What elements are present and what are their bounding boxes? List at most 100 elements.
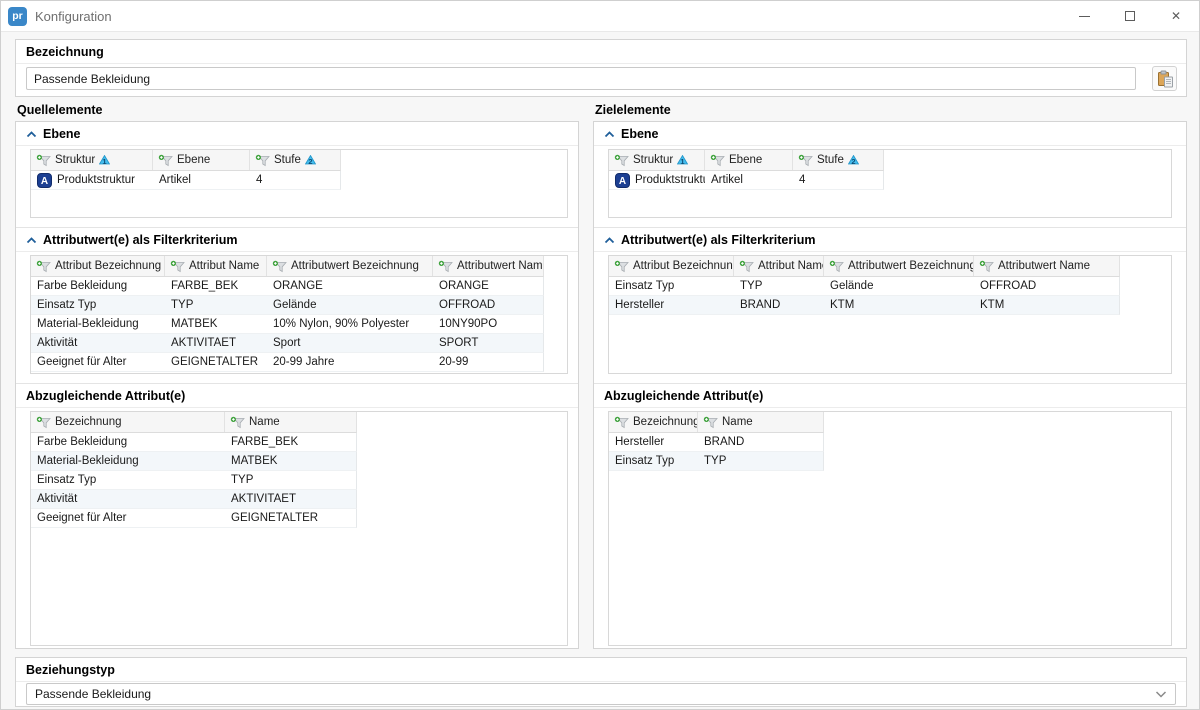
minimize-button[interactable] [1061, 1, 1107, 31]
table-cell: 10% Nylon, 90% Polyester [267, 315, 433, 333]
cell-text: Material-Bekleidung [37, 455, 139, 467]
table-row[interactable]: AProduktstrukturArtikel4 [31, 171, 341, 190]
column-header-ebene[interactable]: Ebene [153, 150, 250, 170]
filter-funnel-add-icon[interactable] [829, 260, 844, 273]
paste-button[interactable] [1152, 66, 1177, 91]
filter-funnel-add-icon[interactable] [255, 154, 270, 167]
column-header-attributwert-name[interactable]: Attributwert Name [433, 256, 543, 276]
filter-funnel-add-icon[interactable] [614, 416, 629, 429]
table-row[interactable]: Einsatz TypTYPGeländeOFFROAD [31, 296, 544, 315]
filter-funnel-add-icon[interactable] [710, 154, 725, 167]
table-row[interactable]: Einsatz Typ TYP [31, 471, 357, 490]
cell-text: SPORT [439, 337, 478, 349]
filter-funnel-add-icon[interactable] [739, 260, 754, 273]
column-header-name[interactable]: Name [698, 412, 823, 432]
table-cell: Aktivität [31, 334, 165, 352]
column-label: Attribut Bezeichnung [55, 260, 161, 272]
table-row[interactable]: Einsatz Typ TYP [609, 452, 824, 471]
filter-funnel-add-icon[interactable] [36, 416, 51, 429]
table-row[interactable]: AktivitätAKTIVITAETSportSPORT [31, 334, 544, 353]
filter-funnel-add-icon[interactable] [272, 260, 287, 273]
filter-funnel-add-icon[interactable] [158, 154, 173, 167]
cell-text: Einsatz Typ [615, 455, 674, 467]
sort-priority-2-icon: 2 [305, 155, 316, 165]
table-row[interactable]: Geeignet für AlterGEIGNETALTER [31, 509, 357, 528]
cell-text: MATBEK [171, 318, 217, 330]
table-row[interactable]: HerstellerBRAND [609, 433, 824, 452]
column-header-attribut-name[interactable]: Attribut Name [165, 256, 267, 276]
column-header-attributwert-name[interactable]: Attributwert Name [974, 256, 1119, 276]
collapse-chevron-up-icon[interactable] [604, 237, 615, 244]
table-row[interactable]: AProduktstrukturArtikel4 [609, 171, 884, 190]
column-header-ebene[interactable]: Ebene [705, 150, 793, 170]
cell-text: Hersteller [615, 436, 664, 448]
table-row[interactable]: Farbe BekleidungFARBE_BEKORANGEORANGE [31, 277, 544, 296]
column-header-struktur[interactable]: Struktur1 [609, 150, 705, 170]
collapse-chevron-up-icon[interactable] [26, 237, 37, 244]
column-header-name[interactable]: Name [225, 412, 356, 432]
filter-funnel-add-icon[interactable] [614, 260, 629, 273]
bezeichnung-input[interactable] [26, 67, 1136, 90]
cell-text: Gelände [830, 280, 873, 292]
cell-text: TYP [231, 474, 253, 486]
table-cell: 10NY90PO [433, 315, 543, 333]
title-bar: pr Konfiguration ✕ [1, 1, 1199, 32]
filter-funnel-add-icon[interactable] [979, 260, 994, 273]
column-header-struktur[interactable]: Struktur1 [31, 150, 153, 170]
column-header-attribut-bezeichnung[interactable]: Attribut Bezeichnung [609, 256, 734, 276]
table-row[interactable]: Material-BekleidungMATBEK10% Nylon, 90% … [31, 315, 544, 334]
column-header-attribut-bezeichnung[interactable]: Attribut Bezeichnung [31, 256, 165, 276]
cell-text: MATBEK [231, 455, 277, 467]
table-row[interactable]: Farbe BekleidungFARBE_BEK [31, 433, 357, 452]
table-cell: Einsatz Typ [31, 296, 165, 314]
maximize-button[interactable] [1107, 1, 1153, 31]
table-cell: AKTIVITAET [225, 490, 356, 508]
collapse-chevron-up-icon[interactable] [604, 131, 615, 138]
column-header-bezeichnung[interactable]: Bezeichnung [31, 412, 225, 432]
column-header-bezeichnung[interactable]: Bezeichnung [609, 412, 698, 432]
filter-funnel-add-icon[interactable] [703, 416, 718, 429]
table-cell: BRAND [734, 296, 824, 314]
table-row[interactable]: Geeignet für AlterGEIGNETALTER20-99 Jahr… [31, 353, 544, 372]
beziehungstyp-select[interactable]: Passende Bekleidung [26, 683, 1176, 705]
table-cell: Hersteller [609, 296, 734, 314]
column-header-stufe[interactable]: Stufe2 [793, 150, 883, 170]
filter-funnel-add-icon[interactable] [36, 260, 51, 273]
sort-priority-1-icon: 1 [99, 155, 110, 165]
collapse-chevron-up-icon[interactable] [26, 131, 37, 138]
table-row[interactable]: Einsatz TypTYPGeländeOFFROAD [609, 277, 1120, 296]
table-row[interactable]: AktivitätAKTIVITAET [31, 490, 357, 509]
column-label: Name [722, 416, 753, 428]
section-header-ebene[interactable]: Ebene [594, 122, 1186, 146]
filter-funnel-add-icon[interactable] [230, 416, 245, 429]
column-header-attribut-name[interactable]: Attribut Name [734, 256, 824, 276]
section-header-ebene[interactable]: Ebene [16, 122, 578, 146]
cell-text: OFFROAD [980, 280, 1036, 292]
section-header-filter[interactable]: Attributwert(e) als Filterkriterium [594, 228, 1186, 252]
filter-funnel-add-icon[interactable] [36, 154, 51, 167]
column-header-stufe[interactable]: Stufe2 [250, 150, 340, 170]
cell-text: Produktstruktur [57, 174, 135, 186]
filter-funnel-add-icon[interactable] [614, 154, 629, 167]
cell-text: 4 [799, 174, 805, 186]
filter-funnel-add-icon[interactable] [170, 260, 185, 273]
cell-text: 10% Nylon, 90% Polyester [273, 318, 409, 330]
table-cell: ORANGE [267, 277, 433, 295]
chevron-down-icon [1155, 691, 1167, 698]
table-cell: Sport [267, 334, 433, 352]
column-header-attributwert-bezeichnung[interactable]: Attributwert Bezeichnung [267, 256, 433, 276]
table-row[interactable]: Material-Bekleidung MATBEK [31, 452, 357, 471]
cell-text: TYP [171, 299, 193, 311]
column-header-attributwert-bezeichnung[interactable]: Attributwert Bezeichnung [824, 256, 974, 276]
cell-text: BRAND [740, 299, 780, 311]
close-button[interactable]: ✕ [1153, 1, 1199, 31]
cell-text: TYP [704, 455, 726, 467]
cell-text: KTM [980, 299, 1004, 311]
filter-funnel-add-icon[interactable] [798, 154, 813, 167]
svg-text:2: 2 [851, 157, 855, 165]
table-row[interactable]: HerstellerBRANDKTMKTM [609, 296, 1120, 315]
column-label: Bezeichnung [55, 416, 122, 428]
filter-funnel-add-icon[interactable] [438, 260, 453, 273]
section-header-filter[interactable]: Attributwert(e) als Filterkriterium [16, 228, 578, 252]
cell-text: Einsatz Typ [37, 474, 96, 486]
